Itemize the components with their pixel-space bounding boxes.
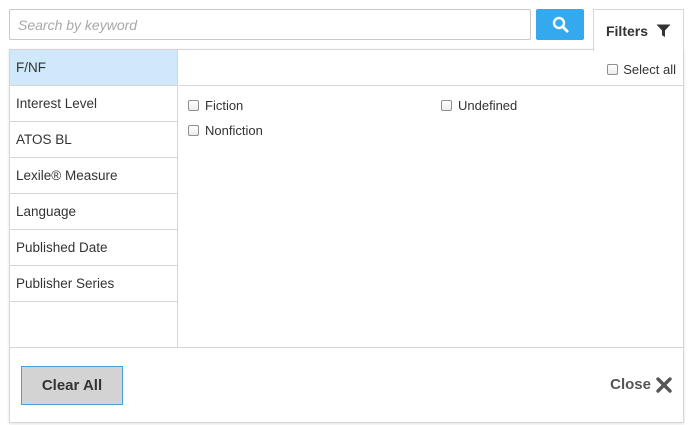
sidebar-item-language[interactable]: Language <box>10 194 177 230</box>
sidebar-item-interest-level[interactable]: Interest Level <box>10 86 177 122</box>
option-undefined[interactable]: Undefined <box>441 98 517 113</box>
search-button[interactable] <box>536 9 584 40</box>
sidebar-item-publisher-series[interactable]: Publisher Series <box>10 266 177 302</box>
search-input[interactable] <box>9 9 531 40</box>
option-label: Fiction <box>205 98 244 113</box>
option-label: Undefined <box>458 98 518 113</box>
sidebar-item-label: Published Date <box>16 240 108 255</box>
filter-panel: F/NF Interest Level ATOS BL Lexile® Meas… <box>9 49 684 423</box>
sidebar-item-label: Language <box>16 204 77 219</box>
close-button[interactable]: Close <box>610 376 672 393</box>
sidebar-item-label: Lexile® Measure <box>16 168 118 183</box>
option-fiction[interactable]: Fiction <box>188 98 243 113</box>
select-all-checkbox[interactable]: Select all <box>607 62 676 77</box>
panel-footer: Clear All Close <box>10 347 683 422</box>
sidebar-item-lexile-measure[interactable]: Lexile® Measure <box>10 158 177 194</box>
sidebar-item-label: ATOS BL <box>16 132 72 147</box>
filters-tab-label: Filters <box>605 22 648 39</box>
checkbox-box[interactable] <box>188 125 199 136</box>
sidebar-item-fnf[interactable]: F/NF <box>10 50 177 86</box>
checkbox-box[interactable] <box>188 100 199 111</box>
search-icon <box>552 16 569 33</box>
sidebar-item-label: F/NF <box>16 60 46 75</box>
sidebar-item-label: Publisher Series <box>16 276 115 291</box>
checkbox-box[interactable] <box>607 64 619 75</box>
sidebar-item-atos-bl[interactable]: ATOS BL <box>10 122 177 158</box>
close-label: Close <box>610 376 651 393</box>
funnel-icon <box>656 24 671 38</box>
sidebar-item-published-date[interactable]: Published Date <box>10 230 177 266</box>
option-nonfiction[interactable]: Nonfiction <box>188 123 263 138</box>
filter-category-list: F/NF Interest Level ATOS BL Lexile® Meas… <box>10 50 178 347</box>
select-all-label: Select all <box>623 62 676 77</box>
close-icon <box>656 376 672 393</box>
options-header: Select all <box>179 50 683 86</box>
filters-tab[interactable]: Filters <box>593 9 684 51</box>
option-label: Nonfiction <box>205 123 263 138</box>
sidebar-item-label: Interest Level <box>16 96 98 111</box>
clear-all-button[interactable]: Clear All <box>21 366 123 405</box>
checkbox-box[interactable] <box>441 100 452 111</box>
